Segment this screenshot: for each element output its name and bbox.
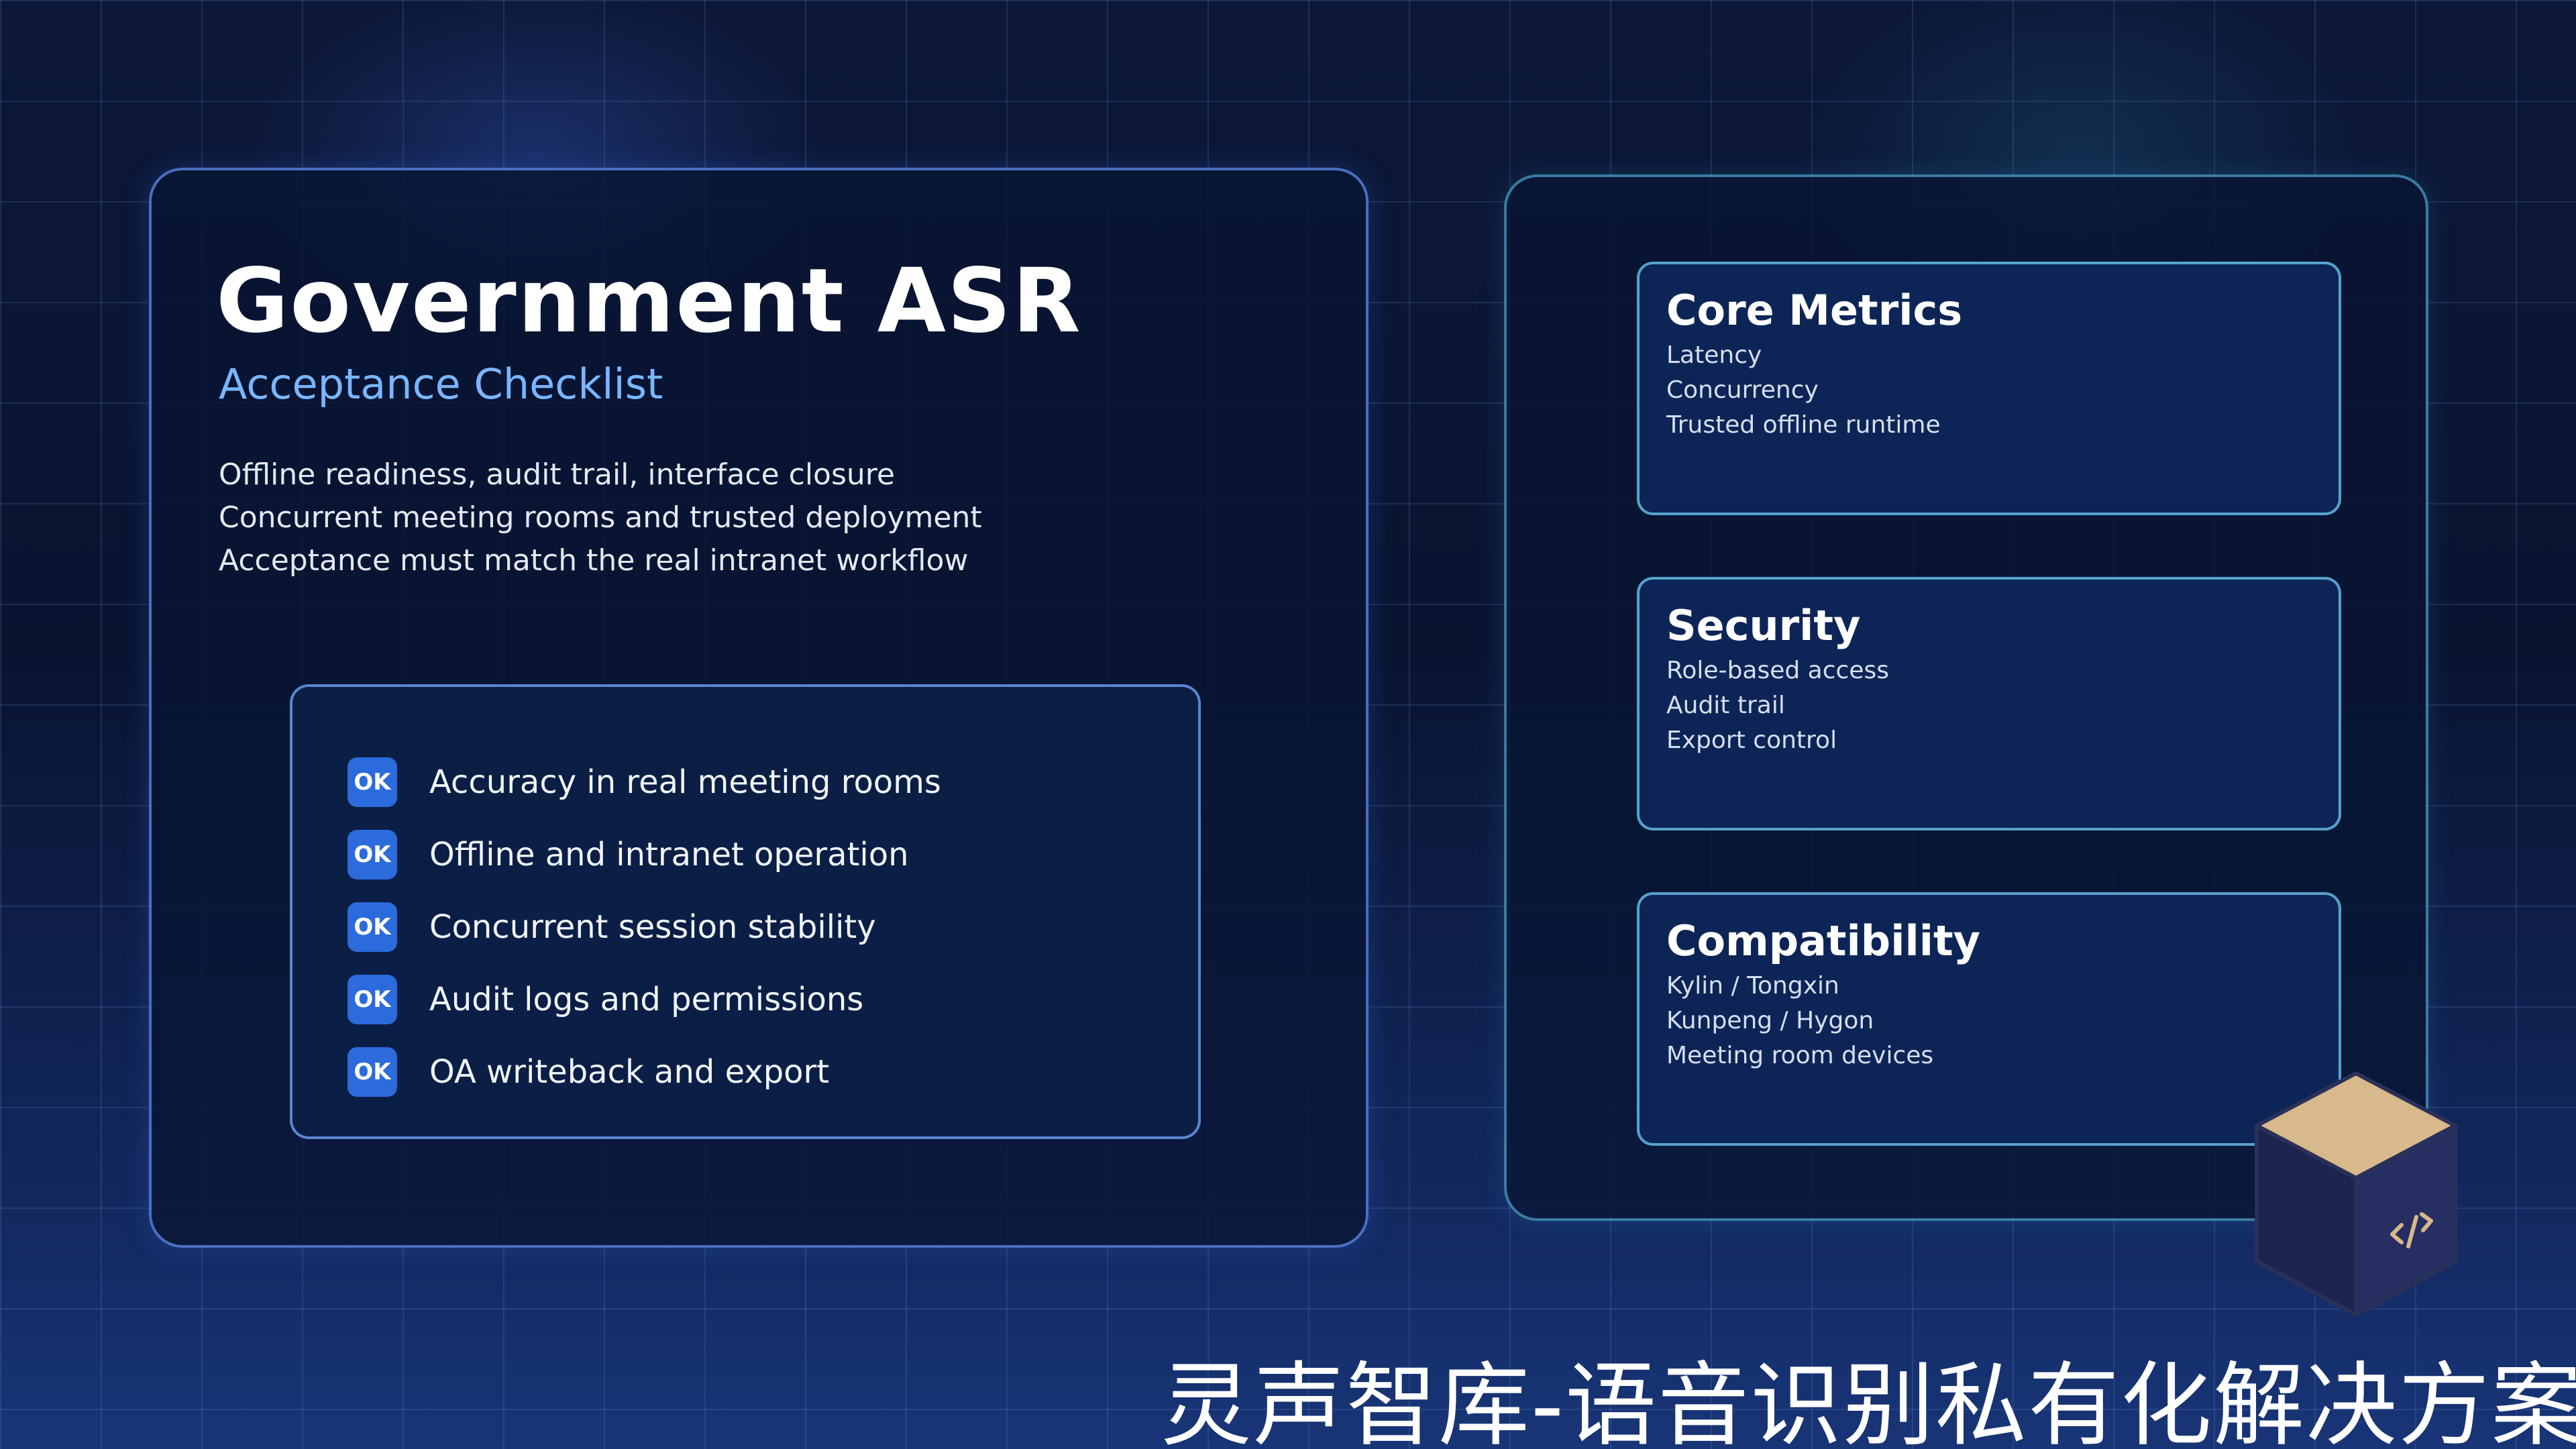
card-item: Export control [1666,727,1837,754]
watermark-text: 灵声智库-语音识别私有化解决方案 [1161,1353,2576,1449]
card-core-metrics: Core Metrics Latency Concurrency Trusted… [1637,262,2341,515]
ok-badge-icon: OK [347,830,397,879]
slide-canvas: Government ASR Acceptance Checklist Offl… [0,0,2576,1449]
checklist-item-label: Accuracy in real meeting rooms [429,763,941,801]
description-line: Offline readiness, audit trail, interfac… [219,458,895,492]
card-title: Core Metrics [1666,286,1963,335]
card-item: Role-based access [1666,657,1889,684]
ok-badge-icon: OK [347,1047,397,1097]
checklist-item: OK Accuracy in real meeting rooms [347,757,941,808]
card-title: Compatibility [1666,916,1980,965]
card-item: Concurrency [1666,376,1819,404]
description-block: Offline readiness, audit trail, interfac… [219,453,982,582]
description-line: Acceptance must match the real intranet … [219,543,969,578]
checklist-item-label: Concurrent session stability [429,908,876,946]
checklist-item: OK OA writeback and export [347,1046,829,1097]
card-title: Security [1666,601,1861,650]
checklist-item: OK Concurrent session stability [347,902,876,953]
ok-badge-icon: OK [347,757,397,807]
card-item: Audit trail [1666,692,1785,719]
card-item: Trusted offline runtime [1666,411,1941,439]
card-item: Meeting room devices [1666,1042,1934,1069]
card-item: Kylin / Tongxin [1666,972,1839,1000]
description-line: Concurrent meeting rooms and trusted dep… [219,500,982,535]
checklist-item-label: Audit logs and permissions [429,981,864,1018]
card-compatibility: Compatibility Kylin / Tongxin Kunpeng / … [1637,892,2341,1146]
ok-badge-icon: OK [347,902,397,952]
card-item: Latency [1666,341,1762,369]
ok-badge-icon: OK [347,975,397,1024]
code-cube-icon [2255,1071,2457,1317]
card-item: Kunpeng / Hygon [1666,1007,1874,1034]
card-security: Security Role-based access Audit trail E… [1637,577,2341,830]
checklist-item-label: Offline and intranet operation [429,836,909,873]
page-subtitle: Acceptance Checklist [219,360,663,409]
checklist-item: OK Audit logs and permissions [347,974,863,1025]
page-title: Government ASR [216,250,1082,353]
checklist-item-label: OA writeback and export [429,1053,830,1091]
checklist-item: OK Offline and intranet operation [347,829,909,880]
